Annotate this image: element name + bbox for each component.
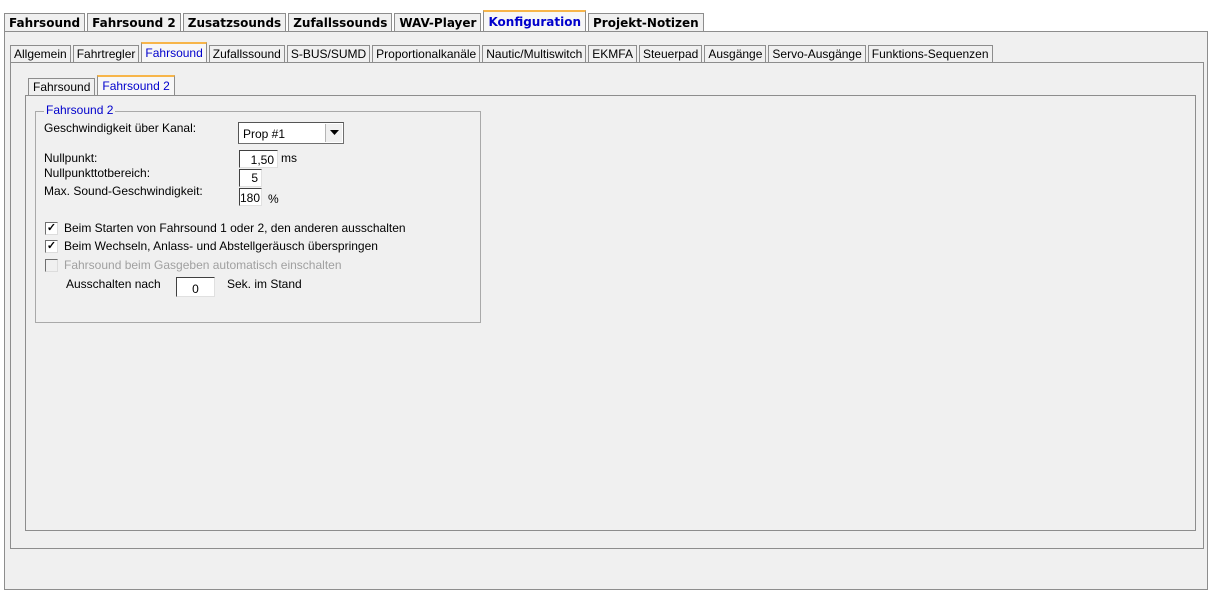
tab-servo-ausgaenge[interactable]: Servo-Ausgänge	[768, 45, 866, 62]
groupbox-title: Fahrsound 2	[44, 103, 116, 117]
deadband-label: Nullpunkttotbereich:	[44, 166, 151, 180]
subtab-fahrsound-2[interactable]: Fahrsound 2	[97, 75, 175, 95]
nullpunkt-unit: ms	[281, 151, 297, 165]
config-tab-bar: Allgemein Fahrtregler Fahrsound Zufallss…	[10, 42, 995, 62]
tab-wav-player[interactable]: WAV-Player	[394, 13, 482, 31]
main-tab-bar: Fahrsound Fahrsound 2 Zusatzsounds Zufal…	[4, 10, 706, 31]
deadband-input[interactable]: 5	[239, 169, 262, 187]
tab-zusatzsounds[interactable]: Zusatzsounds	[182, 13, 287, 31]
tab-fahrsound-2[interactable]: Fahrsound 2	[87, 13, 181, 31]
check3-label[interactable]: Fahrsound beim Gasgeben automatisch eins…	[64, 258, 342, 272]
tab-allgemein[interactable]: Allgemein	[10, 45, 71, 62]
tab-funktions-sequenzen[interactable]: Funktions-Sequenzen	[867, 45, 993, 62]
speed-channel-dropdown[interactable]: Prop #1	[238, 122, 344, 144]
tab-projekt-notizen[interactable]: Projekt-Notizen	[588, 13, 704, 31]
check-icon: ✓	[46, 222, 57, 234]
tab-fahrtregler[interactable]: Fahrtregler	[72, 45, 140, 62]
tab-zufallssounds[interactable]: Zufallssounds	[288, 13, 393, 31]
auto-off-input[interactable]: 0	[176, 277, 215, 297]
window: Fahrsound Fahrsound 2 Zusatzsounds Zufal…	[0, 0, 1209, 592]
check1-label[interactable]: Beim Starten von Fahrsound 1 oder 2, den…	[64, 221, 406, 235]
auto-off-suffix: Sek. im Stand	[227, 277, 302, 291]
check-icon: ✓	[46, 240, 57, 252]
maxspeed-input[interactable]: 180	[239, 188, 262, 206]
nullpunkt-label: Nullpunkt:	[44, 151, 98, 165]
tab-proportionalkanaele[interactable]: Proportionalkanäle	[372, 45, 481, 62]
maxspeed-label: Max. Sound-Geschwindigkeit:	[44, 184, 203, 198]
tab-konfiguration[interactable]: Konfiguration	[483, 10, 586, 31]
check2-checkbox[interactable]: ✓	[45, 240, 58, 253]
tab-config-fahrsound[interactable]: Fahrsound	[141, 42, 207, 62]
chevron-down-icon[interactable]	[325, 124, 342, 142]
speed-channel-label: Geschwindigkeit über Kanal:	[44, 121, 197, 135]
check3-checkbox[interactable]	[45, 259, 58, 272]
maxspeed-unit: %	[268, 192, 279, 206]
tab-zufallssound[interactable]: Zufallssound	[208, 45, 285, 62]
fahrsound-sub-tab-bar: Fahrsound Fahrsound 2	[28, 75, 177, 95]
subtab-fahrsound[interactable]: Fahrsound	[28, 78, 96, 95]
tab-fahrsound[interactable]: Fahrsound	[4, 13, 86, 31]
check1-checkbox[interactable]: ✓	[45, 222, 58, 235]
check2-label[interactable]: Beim Wechseln, Anlass- und Abstellgeräus…	[64, 239, 378, 253]
tab-sbus-sumd[interactable]: S-BUS/SUMD	[286, 45, 371, 62]
tab-nautic-multiswitch[interactable]: Nautic/Multiswitch	[482, 45, 587, 62]
tab-steuerpad[interactable]: Steuerpad	[638, 45, 703, 62]
auto-off-label: Ausschalten nach	[66, 277, 161, 291]
tab-ausgaenge[interactable]: Ausgänge	[704, 45, 767, 62]
nullpunkt-input[interactable]: 1,50	[239, 150, 278, 168]
tab-ekmfa[interactable]: EKMFA	[588, 45, 637, 62]
speed-channel-value: Prop #1	[243, 127, 286, 141]
